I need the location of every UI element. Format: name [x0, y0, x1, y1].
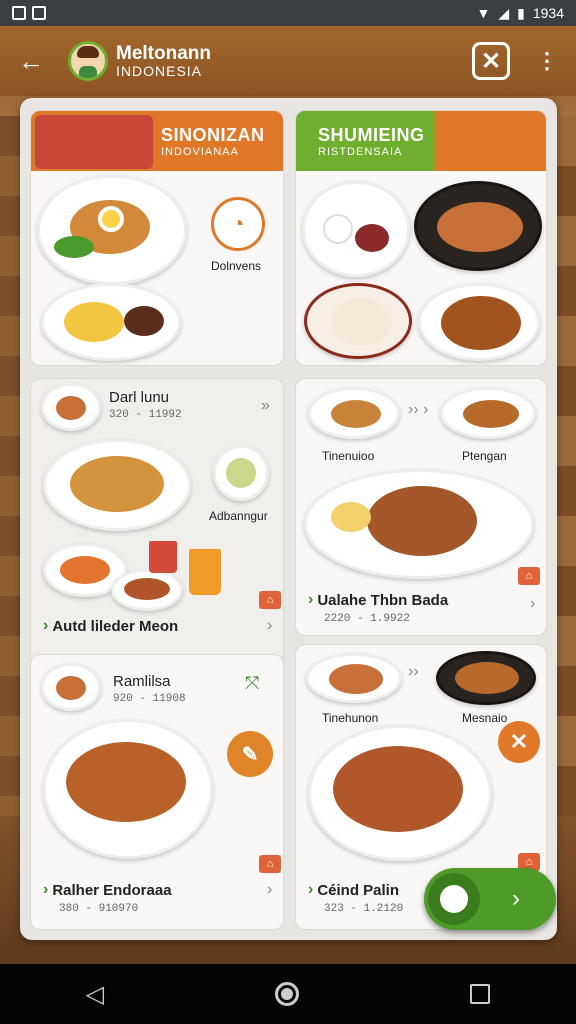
menu-card-ramlilsa[interactable]: Ramlilsa 920 - 11908 ⤧ ✎ ⌂ › Ralher Endor… — [30, 654, 284, 930]
thumb-food-image — [41, 383, 101, 431]
card-subtitle: RISTDENSAIA — [318, 145, 403, 158]
status-time: 1934 — [532, 5, 564, 21]
brand: Meltonann INDONESIA — [116, 42, 211, 79]
card-label-left: Tinehunon — [322, 711, 379, 725]
back-arrow-icon[interactable]: ← — [18, 46, 52, 77]
system-nav-bar: ◁ — [0, 964, 576, 1024]
cart-icon[interactable]: ⌂ — [259, 855, 281, 873]
card-price: 320 - 11992 — [109, 409, 182, 421]
recents-icon[interactable] — [470, 984, 491, 1004]
expand-icon[interactable]: ⤧ — [245, 673, 259, 694]
drink-glass-image — [149, 541, 177, 573]
noodle-plate-image — [304, 283, 412, 359]
card-title: Darl lunu — [109, 389, 170, 406]
dessert-icon[interactable]: ◔ — [211, 197, 265, 251]
close-icon[interactable]: ✕ — [472, 42, 510, 80]
next-fab[interactable]: › — [424, 868, 556, 930]
header-food-image — [35, 115, 153, 169]
soup-bowl-image — [111, 569, 183, 611]
app-title: Meltonann — [116, 42, 211, 64]
card-label-left: Tinenuioo — [322, 449, 375, 463]
menu-card-sinonizan[interactable]: SINONIZAN INDOVIANAA ◔ Dolnvens — [30, 110, 284, 366]
card-price: 323 - 1.2120 — [324, 903, 404, 915]
gallery-notification-icon — [32, 6, 46, 20]
egg-plate-image — [306, 653, 402, 703]
stew-bowl-image — [414, 181, 542, 271]
sausage-plate-image — [440, 387, 536, 439]
card-title: SINONIZAN — [161, 124, 265, 145]
cancel-icon[interactable]: ✕ — [498, 721, 540, 763]
noodle-salad-bowl-image — [213, 445, 269, 501]
card-footer[interactable]: › Ralher Endoraaa — [43, 881, 172, 899]
chevron-right-icon: › — [43, 617, 49, 634]
signal-icon: ◢ — [498, 4, 510, 21]
menu-card-shumieing[interactable]: SHUMIEING RISTDENSAIA — [295, 110, 547, 366]
roast-chicken-plate-image — [304, 469, 534, 579]
edit-icon[interactable]: ✎ — [227, 731, 273, 777]
card-footer[interactable]: › Ualahe Thbn Bada — [308, 591, 448, 609]
map-icon — [428, 873, 480, 925]
image-notification-icon — [12, 6, 26, 20]
chevron-right-icon[interactable]: › — [530, 595, 535, 613]
card-label: Dolnvens — [211, 259, 262, 273]
chevron-right-icon[interactable]: › — [267, 881, 272, 899]
card-footer[interactable]: › Autd lileder Meon — [43, 617, 178, 635]
card-footer[interactable]: › Céind Palin — [308, 881, 399, 899]
chevron-right-icon: › — [308, 881, 314, 898]
card-title: Ramlilsa — [113, 673, 171, 690]
sate-plate-image — [43, 719, 213, 859]
card-label-right: Mesnaio — [462, 711, 508, 725]
salad-plate-image — [37, 175, 187, 285]
card-label-right: Ptengan — [462, 449, 507, 463]
card-footer-price: 380 - 910970 — [59, 903, 139, 915]
fried-tofu-plate-image — [43, 439, 191, 531]
double-chevron-icon[interactable]: ›› — [408, 663, 419, 681]
cart-icon[interactable]: ⌂ — [259, 591, 281, 609]
menu-panel: SINONIZAN INDOVIANAA ◔ Dolnvens SHUMIEIN… — [20, 98, 557, 940]
wifi-icon: ▼ — [476, 5, 491, 21]
menu-card-ualahe[interactable]: ›› › Tinenuioo Ptengan ⌂ › Ualahe Thbn Ba… — [295, 378, 547, 636]
fried-chicken-plate-image — [308, 725, 492, 861]
card-price: 920 - 11908 — [113, 693, 186, 705]
app-subtitle: INDONESIA — [116, 62, 203, 79]
more-vert-icon[interactable]: ⋮ — [536, 48, 558, 74]
avatar[interactable] — [68, 41, 108, 81]
banana-plate-image — [41, 283, 181, 361]
juice-glass-image — [189, 549, 221, 595]
dumpling-plate-image — [308, 387, 400, 439]
chevron-right-icon: › — [43, 881, 49, 898]
thumb-food-image — [41, 663, 101, 711]
chevron-right-icon: › — [512, 885, 520, 912]
card-header: SHUMIEING RISTDENSAIA — [296, 111, 546, 171]
back-icon[interactable]: ◁ — [86, 980, 104, 1009]
satay-bowl-image — [436, 651, 536, 705]
card-subtitle: INDOVIANAA — [161, 145, 239, 158]
battery-icon: ▮ — [517, 4, 525, 21]
chicken-plate-image — [418, 283, 540, 361]
cart-icon[interactable]: ⌂ — [518, 567, 540, 585]
status-bar: ▼ ◢ ▮ 1934 — [0, 0, 576, 26]
rice-plate-image — [302, 181, 410, 277]
home-icon[interactable] — [275, 982, 300, 1006]
double-chevron-icon[interactable]: » — [261, 397, 270, 415]
chevron-right-icon: › — [308, 591, 314, 608]
double-chevron-icon[interactable]: ›› › — [408, 401, 428, 419]
chevron-right-icon[interactable]: › — [267, 617, 272, 635]
card-price: 2220 - 1.9922 — [324, 613, 410, 625]
card-title: SHUMIEING — [318, 124, 425, 145]
card-label: Adbanngur — [209, 509, 268, 523]
app-bar: ← Meltonann INDONESIA ✕ ⋮ — [0, 26, 576, 96]
